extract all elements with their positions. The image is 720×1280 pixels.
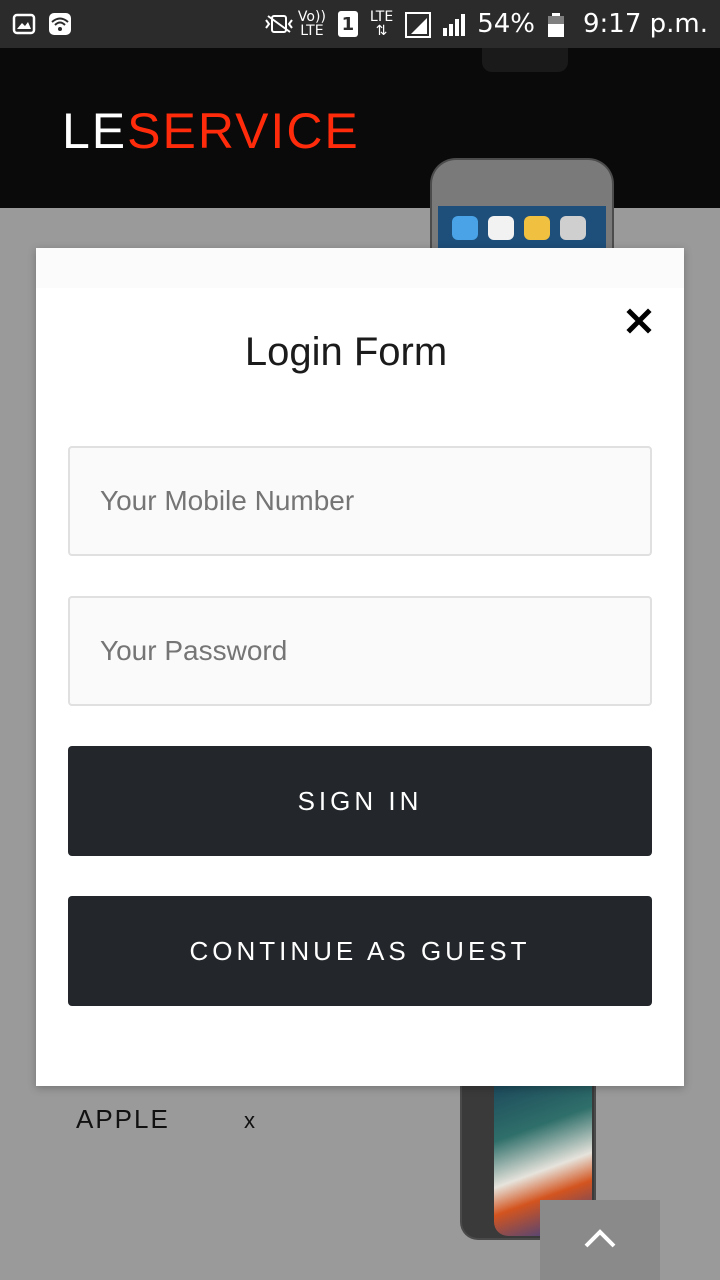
status-left <box>12 12 72 36</box>
lte-signal-icon <box>405 12 432 38</box>
brand-logo[interactable]: LESERVICE <box>62 102 360 160</box>
battery-percent: 54% <box>477 9 535 39</box>
login-modal: Login Form SIGN IN CONTINUE AS GUEST <box>36 248 684 1086</box>
volte-top-label: Vo)) <box>297 9 326 25</box>
status-bar: Vo)) LTE 1 LTE ⇅ 54% 9:17 p.m. <box>0 0 720 48</box>
mail-app-icon <box>452 216 478 240</box>
modal-title: Login Form <box>244 330 448 374</box>
brand-le: LE <box>62 103 128 159</box>
lte-indicator: LTE ⇅ <box>370 10 393 38</box>
product-remove-x[interactable]: x <box>244 1108 255 1134</box>
mobile-number-input[interactable] <box>68 446 652 556</box>
photos-app-icon <box>524 216 550 240</box>
battery-icon <box>547 12 571 37</box>
camera-app-icon <box>560 216 586 240</box>
product-brand-label: APPLE <box>76 1104 170 1134</box>
lte-label: LTE <box>369 9 394 25</box>
modal-top-band <box>36 248 684 288</box>
brand-service: SERVICE <box>127 103 360 159</box>
wifi-icon <box>48 12 72 36</box>
sim-icon: 1 <box>337 11 358 37</box>
scroll-to-top-button[interactable] <box>540 1200 660 1280</box>
volte-indicator: Vo)) LTE <box>298 10 326 38</box>
gallery-icon <box>12 12 36 36</box>
password-input[interactable] <box>68 596 652 706</box>
header-decoration <box>482 48 568 72</box>
status-right: Vo)) LTE 1 LTE ⇅ 54% 9:17 p.m. <box>262 9 708 39</box>
vibrate-icon <box>262 12 293 36</box>
lte-arrows-icon: ⇅ <box>375 23 388 39</box>
chevron-up-icon <box>583 1227 617 1253</box>
product-image-screen <box>438 206 606 248</box>
clock: 9:17 p.m. <box>582 9 708 39</box>
volte-bottom-label: LTE <box>300 23 324 39</box>
sign-in-button[interactable]: SIGN IN <box>68 746 652 856</box>
calendar-app-icon <box>488 216 514 240</box>
continue-as-guest-button[interactable]: CONTINUE AS GUEST <box>68 896 652 1006</box>
sim-slot-label: 1 <box>341 13 355 35</box>
signal-icon <box>441 12 466 36</box>
